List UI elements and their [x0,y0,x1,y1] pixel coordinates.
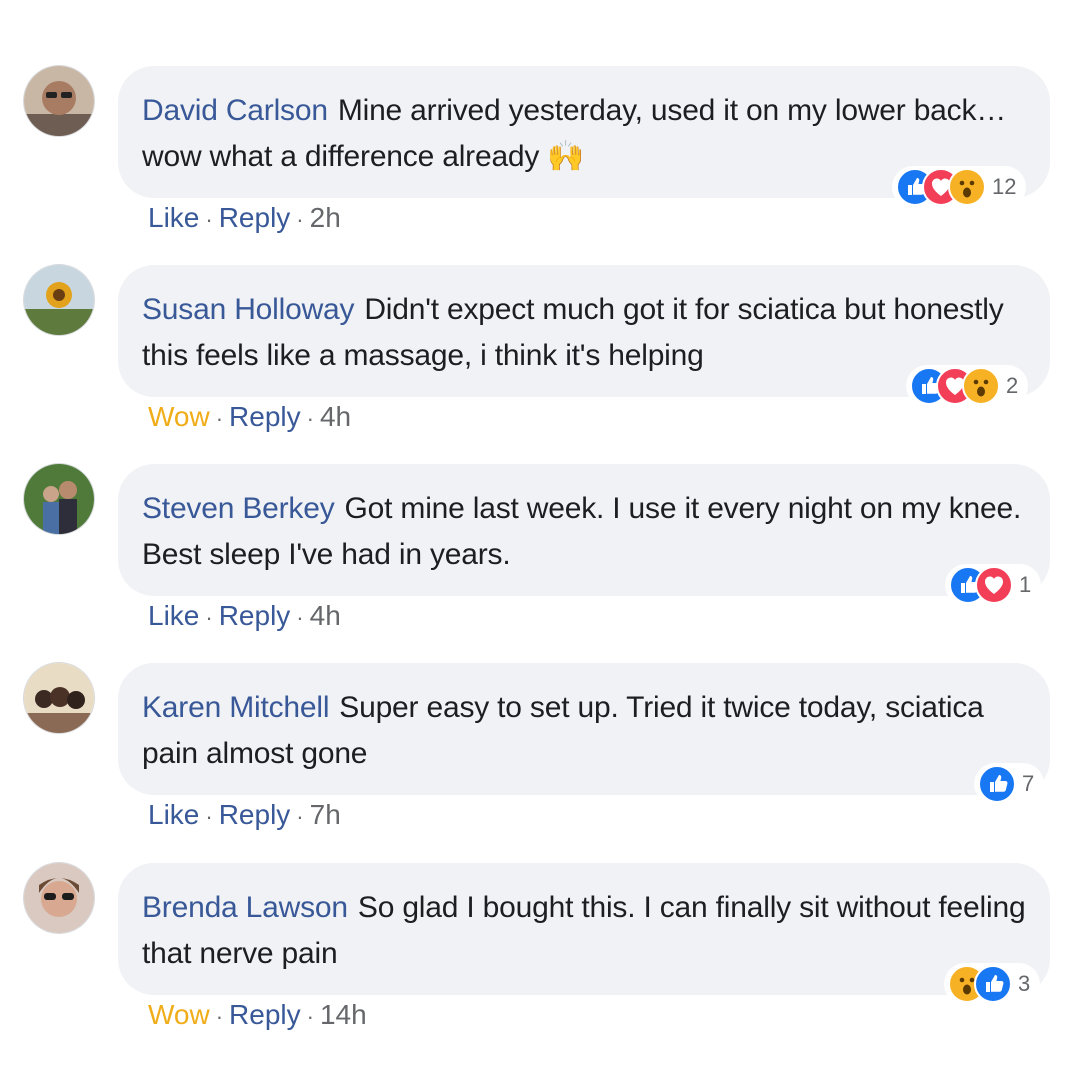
reply-link[interactable]: Reply [219,799,291,831]
comment-text-block: Brenda Lawson So glad I bought this. I ca… [142,885,1026,977]
reaction-summary[interactable]: 3 [944,963,1041,1005]
separator-dot: · [296,207,304,232]
separator-dot: · [215,406,224,431]
comment-text-block: Karen Mitchell Super easy to set up. Trie… [142,685,1026,777]
reply-link[interactable]: Reply [219,600,291,632]
reaction-count: 7 [1022,771,1035,796]
separator-dot: · [205,605,213,630]
comment-timestamp[interactable]: 4h [320,401,351,433]
comment-actions: Wow · Reply · 4h [148,401,351,433]
separator-dot: · [306,1004,314,1029]
comment-text-block: Steven Berkey Got mine last week. I use i… [142,486,1026,578]
like-icon [978,765,1016,803]
reply-link[interactable]: Reply [219,202,291,234]
comment-author[interactable]: Brenda Lawson [142,891,348,924]
comment-timestamp[interactable]: 4h [310,600,341,632]
separator-dot: · [296,804,304,829]
reply-link[interactable]: Reply [229,401,301,433]
comment: Karen Mitchell Super easy to set up. Trie… [0,663,1080,853]
avatar[interactable] [24,663,94,733]
separator-dot: · [205,804,213,829]
like-link[interactable]: Like [148,799,199,831]
reaction-summary[interactable]: 1 [945,564,1042,606]
avatar[interactable] [24,863,94,933]
comment-author[interactable]: Steven Berkey [142,492,335,525]
separator-dot: · [205,207,213,232]
reaction-count: 3 [1018,971,1031,996]
comment-text-block: David Carlson Mine arrived yesterday, use… [142,88,1026,180]
comment-author[interactable]: Susan Holloway [142,293,355,326]
reply-link[interactable]: Reply [229,999,301,1031]
comment-bubble: Karen Mitchell Super easy to set up. Trie… [118,663,1050,795]
like-link[interactable]: Like [148,600,199,632]
separator-dot: · [306,406,314,431]
avatar[interactable] [24,66,94,136]
comment-timestamp[interactable]: 2h [310,202,341,234]
reaction-count: 1 [1019,572,1032,597]
wow-icon [948,168,986,206]
comment: Steven Berkey Got mine last week. I use i… [0,464,1080,654]
wow-icon [962,367,1000,405]
comment: David Carlson Mine arrived yesterday, use… [0,66,1080,256]
like-icon [974,965,1012,1003]
comment-bubble: Steven Berkey Got mine last week. I use i… [118,464,1050,596]
separator-dot: · [215,1004,224,1029]
reaction-count: 2 [1006,373,1019,398]
comment-bubble: Brenda Lawson So glad I bought this. I ca… [118,863,1050,995]
comment-actions: Like · Reply · 4h [148,600,341,632]
comment-timestamp[interactable]: 7h [310,799,341,831]
comment: Susan Holloway Didn't expect much got it … [0,265,1080,455]
avatar[interactable] [24,265,94,335]
comment: Brenda Lawson So glad I bought this. I ca… [0,863,1080,1053]
love-icon [975,566,1013,604]
reaction-summary[interactable]: 2 [906,365,1029,407]
reaction-count: 12 [992,174,1017,199]
like-link[interactable]: Like [148,202,199,234]
comment-actions: Wow · Reply · 14h [148,999,367,1031]
avatar[interactable] [24,464,94,534]
reaction-summary[interactable]: 12 [892,166,1027,208]
comment-actions: Like · Reply · 7h [148,799,341,831]
comment-author[interactable]: David Carlson [142,94,328,127]
comment-actions: Like · Reply · 2h [148,202,341,234]
wow-link[interactable]: Wow [148,999,210,1031]
reaction-summary[interactable]: 7 [974,763,1045,805]
separator-dot: · [296,605,304,630]
comment-timestamp[interactable]: 14h [320,999,367,1031]
wow-link[interactable]: Wow [148,401,210,433]
comment-text-block: Susan Holloway Didn't expect much got it … [142,287,1026,379]
comment-author[interactable]: Karen Mitchell [142,691,329,724]
